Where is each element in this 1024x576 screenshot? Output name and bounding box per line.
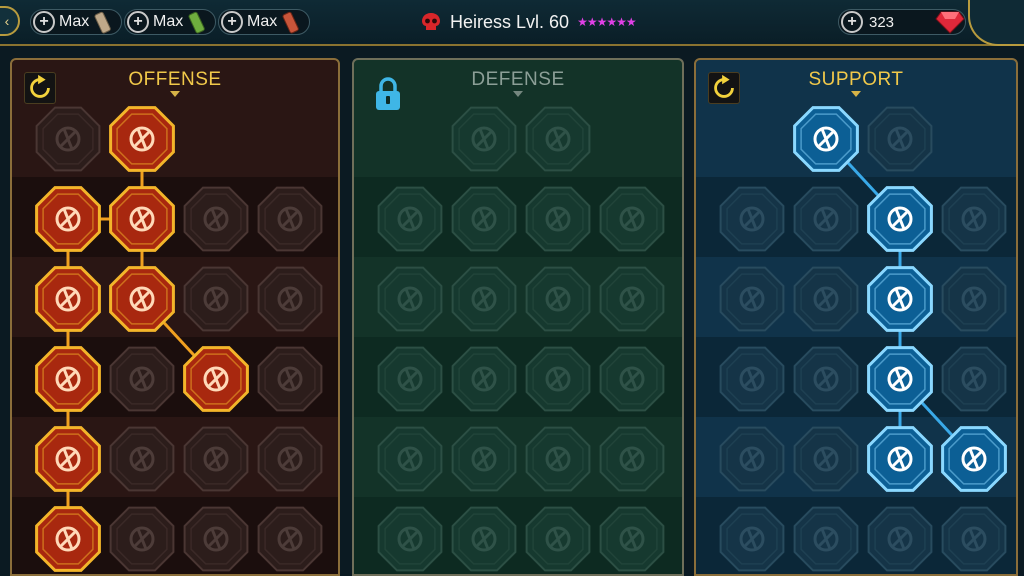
green-scroll-icon [188, 11, 206, 34]
skull-icon[interactable] [793, 506, 859, 572]
praying-hands-icon[interactable] [719, 186, 785, 252]
silver-scroll-icon [94, 11, 112, 34]
red-scroll-icon [282, 11, 300, 34]
resource-red-scroll[interactable]: + Max [218, 9, 311, 35]
broken-sword-icon[interactable] [599, 186, 665, 252]
ruby-gem-icon [935, 11, 965, 34]
add-icon[interactable]: + [221, 11, 243, 33]
skull-icon [422, 13, 440, 30]
archer-icon[interactable] [35, 266, 101, 332]
monk-icon[interactable] [599, 266, 665, 332]
horned-demon-icon[interactable] [35, 186, 101, 252]
resource-label: Max [153, 13, 184, 30]
sword-sparkle-icon[interactable] [35, 506, 101, 572]
open-book-icon[interactable] [867, 346, 933, 412]
heart-shield-icon[interactable] [525, 266, 591, 332]
healer-icon[interactable] [719, 266, 785, 332]
fire-body-icon[interactable] [377, 506, 443, 572]
crossed-swords-icon[interactable] [35, 106, 101, 172]
cloak-icon[interactable] [377, 186, 443, 252]
hero-name: Heiress Lvl. 60 [450, 11, 570, 32]
potion-icon[interactable] [719, 506, 785, 572]
menu-corner-button[interactable] [968, 0, 1024, 46]
magic-hand-icon[interactable] [525, 346, 591, 412]
skulls-icon[interactable] [109, 426, 175, 492]
add-icon[interactable]: + [841, 11, 863, 33]
resource-label: Max [59, 13, 90, 30]
arrow-impact-icon[interactable] [35, 426, 101, 492]
pierced-heart-icon[interactable] [35, 346, 101, 412]
lightning-chain-icon[interactable] [257, 346, 323, 412]
defense-skill-tree [377, 106, 665, 572]
triple-sword-icon[interactable] [109, 186, 175, 252]
warrior-icon[interactable] [257, 426, 323, 492]
skull-burst-icon[interactable] [525, 426, 591, 492]
lightning-burst-icon[interactable] [867, 266, 933, 332]
heart-chain-icon[interactable] [719, 346, 785, 412]
shield-arrow-icon[interactable] [183, 186, 249, 252]
resource-green-scroll[interactable]: + Max [124, 9, 217, 35]
heart-plus-icon[interactable] [793, 106, 859, 172]
flaming-skull-icon[interactable] [867, 186, 933, 252]
grab-hand-icon[interactable] [867, 506, 933, 572]
fist-aura-icon[interactable] [867, 106, 933, 172]
resource-label: Max [247, 13, 278, 30]
skeleton-icon[interactable] [525, 506, 591, 572]
ring-shield-icon[interactable] [793, 186, 859, 252]
lightning-shield-icon[interactable] [793, 266, 859, 332]
fanged-mouth-icon[interactable] [109, 266, 175, 332]
resource-silver-scroll[interactable]: + Max [30, 9, 123, 35]
offense-panel: OFFENSE [10, 58, 340, 576]
mage-icon[interactable] [377, 266, 443, 332]
raised-fist-icon[interactable] [525, 106, 591, 172]
eagle-icon[interactable] [941, 506, 1007, 572]
all-seeing-eye-icon[interactable] [867, 426, 933, 492]
twin-figures-icon[interactable] [941, 266, 1007, 332]
hourglass-icon[interactable] [451, 346, 517, 412]
figures-icon[interactable] [377, 346, 443, 412]
defense-panel: DEFENSE [352, 58, 684, 576]
spartan-skull-icon[interactable] [257, 506, 323, 572]
gem-count: 323 [869, 13, 895, 31]
gem-counter[interactable]: + 323 [838, 9, 966, 35]
armored-body-icon[interactable] [525, 186, 591, 252]
offense-skill-tree [35, 106, 323, 572]
wind-arrow-icon[interactable] [941, 186, 1007, 252]
add-icon[interactable]: + [127, 11, 149, 33]
bull-icon[interactable] [599, 346, 665, 412]
support-panel: SUPPORT [694, 58, 1018, 576]
drops-icon[interactable] [451, 426, 517, 492]
heart-crown-icon[interactable] [257, 186, 323, 252]
hero-header: Heiress Lvl. 60 ★★★★★★ [420, 11, 637, 33]
axe-icon[interactable] [183, 346, 249, 412]
boot-icon[interactable] [793, 426, 859, 492]
skull-cloak-icon[interactable] [183, 266, 249, 332]
sword-shield-icon[interactable] [183, 426, 249, 492]
star-rating: ★★★★★★ [577, 15, 637, 29]
runner-icon[interactable] [377, 426, 443, 492]
blade-slash-icon[interactable] [109, 106, 175, 172]
knight-helm-icon[interactable] [109, 506, 175, 572]
titan-icon[interactable] [599, 506, 665, 572]
knight-shield-icon[interactable] [451, 266, 517, 332]
back-button[interactable]: ‹ [0, 6, 20, 36]
top-bar: ‹ + Max + Max + Max Heiress Lvl. 60 ★★★★… [0, 0, 1024, 46]
demon-icon[interactable] [183, 506, 249, 572]
compass-star-icon[interactable] [719, 426, 785, 492]
add-icon[interactable]: + [33, 11, 55, 33]
no-shield-icon[interactable] [599, 426, 665, 492]
meteor-icon[interactable] [793, 346, 859, 412]
support-skill-tree [719, 106, 1007, 572]
fist-strike-icon[interactable] [109, 346, 175, 412]
brick-wall-icon[interactable] [451, 106, 517, 172]
swirl-shield-icon[interactable] [451, 506, 517, 572]
bleeding-heart-icon[interactable] [451, 186, 517, 252]
dancer-icon[interactable] [941, 426, 1007, 492]
rage-face-icon[interactable] [941, 346, 1007, 412]
grabbing-hand-icon[interactable] [257, 266, 323, 332]
